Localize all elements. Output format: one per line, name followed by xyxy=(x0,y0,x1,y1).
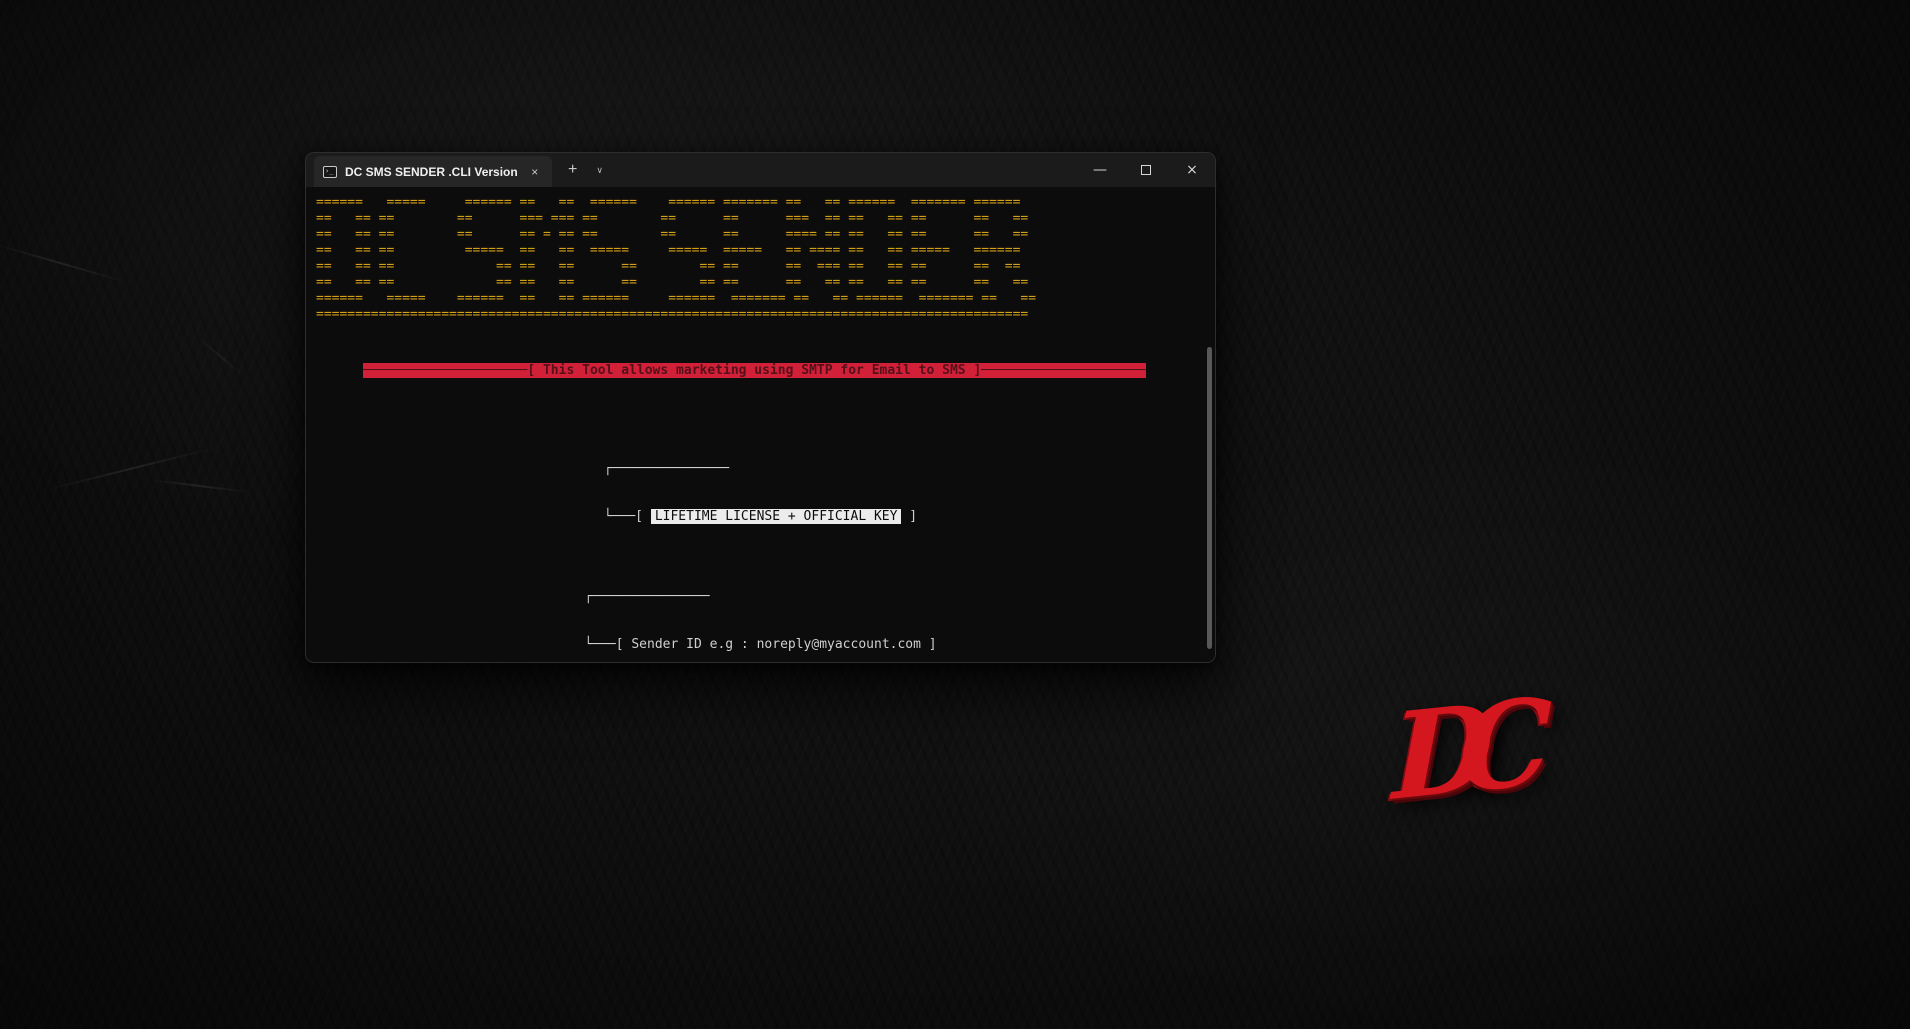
sender-id-value: Sender ID e.g : noreply@myaccount.com xyxy=(631,637,921,652)
maximize-icon xyxy=(1141,165,1151,175)
tab-dc-sms-sender[interactable]: DC SMS SENDER .CLI Version × xyxy=(314,156,552,187)
ascii-line: ====== ===== ====== == == ====== ====== … xyxy=(316,291,1205,307)
scratch-decoration xyxy=(196,336,243,376)
field-bracket: └───[ xyxy=(584,637,631,652)
tab-close-icon[interactable]: × xyxy=(526,163,544,181)
terminal-app-icon xyxy=(323,166,337,178)
titlebar[interactable]: DC SMS SENDER .CLI Version × + ∨ — × xyxy=(306,153,1215,187)
ascii-banner: ====== ===== ====== == == ====== ====== … xyxy=(316,195,1205,323)
ascii-line: == == == == == == == == == == === == == … xyxy=(316,259,1205,275)
new-tab-button[interactable]: + xyxy=(558,153,588,187)
ascii-line: == == == == == = == == == == ==== == == … xyxy=(316,227,1205,243)
maximize-button[interactable] xyxy=(1123,153,1169,187)
field-top-line: ┌─────────────── xyxy=(604,461,917,477)
field-bracket: ] xyxy=(921,637,937,652)
ascii-line: == == == == === === == == == === == == =… xyxy=(316,211,1205,227)
scrollbar-thumb[interactable] xyxy=(1207,347,1212,649)
close-button[interactable]: × xyxy=(1169,153,1215,187)
field-bracket: ] xyxy=(901,509,917,524)
tab-title: DC SMS SENDER .CLI Version xyxy=(345,165,518,179)
ascii-line: == == == ===== == == ===== ===== ===== =… xyxy=(316,243,1205,259)
license-field: ┌─────────────── └───[ LIFETIME LICENSE … xyxy=(316,429,1205,557)
tab-dropdown-icon[interactable]: ∨ xyxy=(588,153,612,187)
field-line: └───[ LIFETIME LICENSE + OFFICIAL KEY ] xyxy=(604,509,917,525)
field-top-line: ┌─────────────── xyxy=(584,589,936,605)
notice-text: ─────────────────────[ This Tool allows … xyxy=(363,363,1146,378)
notice-banner: ─────────────────────[ This Tool allows … xyxy=(316,347,1205,395)
ascii-line: == == == == == == == == == == == == == =… xyxy=(316,275,1205,291)
terminal-content[interactable]: ====== ===== ====== == == ====== ====== … xyxy=(306,187,1215,662)
minimize-button[interactable]: — xyxy=(1077,153,1123,187)
field-bracket: └───[ xyxy=(604,509,651,524)
scratch-decoration xyxy=(0,243,128,284)
ascii-line: ====== ===== ====== == == ====== ====== … xyxy=(316,195,1205,211)
dc-graffiti-logo: DC xyxy=(1392,685,1517,817)
sender-id-field: ┌─────────────── └───[ Sender ID e.g : n… xyxy=(316,557,1205,662)
field-list: ┌─────────────── └───[ LIFETIME LICENSE … xyxy=(316,429,1205,662)
titlebar-drag-region[interactable] xyxy=(612,153,1077,187)
scratch-decoration xyxy=(150,479,249,493)
caption-buttons: — × xyxy=(1077,153,1215,187)
license-value: LIFETIME LICENSE + OFFICIAL KEY xyxy=(651,509,902,524)
field-line: └───[ Sender ID e.g : noreply@myaccount.… xyxy=(584,637,936,653)
terminal-window: DC SMS SENDER .CLI Version × + ∨ — × ===… xyxy=(305,152,1216,663)
ascii-separator: ========================================… xyxy=(316,307,1205,323)
